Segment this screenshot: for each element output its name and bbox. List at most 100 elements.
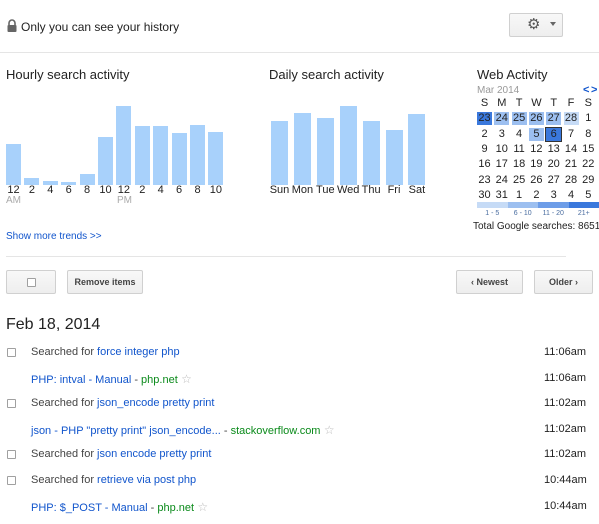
daily-bar <box>362 121 380 185</box>
calendar-day[interactable]: 28 <box>564 174 579 187</box>
page-title-link[interactable]: json - PHP "pretty print" json_encode... <box>31 425 221 437</box>
older-button[interactable]: Older › <box>534 270 593 294</box>
calendar-day[interactable]: 26 <box>529 174 544 187</box>
calendar-today-marker <box>545 126 563 142</box>
history-entry-text: Searched for retrieve via post php <box>31 474 196 486</box>
calendar-day[interactable]: 18 <box>512 158 527 171</box>
page-domain: php.net <box>141 374 178 386</box>
daily-tick-label: Mon <box>291 184 314 196</box>
row-checkbox[interactable] <box>7 399 16 408</box>
star-icon[interactable]: ☆ <box>194 500 208 514</box>
chevron-right-icon: › <box>572 277 578 287</box>
row-checkbox[interactable] <box>7 450 16 459</box>
searched-for-label: Searched for <box>31 346 98 358</box>
remove-items-button[interactable]: Remove items <box>67 270 143 294</box>
hourly-bar <box>153 126 169 185</box>
calendar-day[interactable]: 8 <box>581 128 596 141</box>
calendar-day[interactable]: 26 <box>528 112 544 126</box>
calendar-day[interactable]: 2 <box>529 189 544 202</box>
searched-for-label: Searched for <box>31 448 98 460</box>
select-all-checkbox[interactable] <box>27 278 36 287</box>
select-all-button[interactable] <box>6 270 56 294</box>
calendar-day[interactable]: 27 <box>546 174 561 187</box>
hourly-bar <box>190 125 205 185</box>
daily-bar <box>408 114 426 185</box>
calendar-day[interactable]: 9 <box>477 143 492 156</box>
calendar-day[interactable]: 30 <box>477 189 492 202</box>
calendar-day[interactable]: 22 <box>581 158 596 171</box>
page-domain: stackoverflow.com <box>230 425 321 437</box>
search-query-link[interactable]: retrieve via post php <box>97 474 196 486</box>
calendar-month: Mar 2014 <box>477 85 520 96</box>
calendar-day[interactable]: 3 <box>546 189 561 202</box>
calendar-day[interactable]: 19 <box>529 158 544 171</box>
page-title-link[interactable]: PHP: $_POST - Manual <box>31 502 148 514</box>
calendar-day[interactable]: 2 <box>477 128 492 141</box>
calendar-day[interactable]: 4 <box>512 128 527 141</box>
daily-tick-label: Tue <box>316 184 335 196</box>
calendar-prev-button[interactable]: < <box>583 84 589 96</box>
row-checkbox[interactable] <box>7 348 16 357</box>
calendar-next-button[interactable]: > <box>591 84 597 96</box>
show-more-trends-link[interactable]: Show more trends >> <box>6 231 102 242</box>
calendar-day[interactable]: 7 <box>564 128 579 141</box>
calendar-day[interactable]: 10 <box>494 143 509 156</box>
separator: - <box>147 502 158 514</box>
legend-label: 11 - 20 <box>542 210 564 217</box>
calendar-day[interactable]: 3 <box>494 128 509 141</box>
calendar-day[interactable]: 1 <box>512 189 527 202</box>
web-activity-title: Web Activity <box>477 67 548 82</box>
calendar-day[interactable]: 13 <box>546 143 561 156</box>
search-query-link[interactable]: force integer php <box>97 346 180 358</box>
divider <box>6 256 566 257</box>
page-title-link[interactable]: PHP: intval - Manual <box>31 374 131 386</box>
calendar-day[interactable]: 1 <box>581 112 596 125</box>
calendar-day[interactable]: 21 <box>564 158 579 171</box>
calendar-day[interactable]: 24 <box>494 174 509 187</box>
calendar-day[interactable]: 31 <box>494 189 509 202</box>
history-entry-text: Searched for json_encode pretty print <box>31 397 214 409</box>
history-time: 11:06am <box>544 346 586 358</box>
row-checkbox[interactable] <box>7 476 16 485</box>
calendar-day[interactable]: 14 <box>564 143 579 156</box>
daily-bar <box>293 113 311 185</box>
hourly-tick-label: 10 <box>209 184 223 196</box>
calendar-day[interactable]: 17 <box>494 158 509 171</box>
legend-swatch <box>538 202 569 208</box>
history-entry-text: Searched for force integer php <box>31 346 180 358</box>
history-time: 11:02am <box>544 397 586 409</box>
chevron-down-icon <box>550 22 556 26</box>
star-icon[interactable]: ☆ <box>178 372 192 386</box>
page-domain: php.net <box>157 502 195 514</box>
calendar-day[interactable]: 20 <box>546 158 561 171</box>
calendar-day[interactable]: 25 <box>512 174 527 187</box>
calendar-day[interactable]: 4 <box>564 189 579 202</box>
calendar-day[interactable]: 28 <box>563 112 579 126</box>
settings-button[interactable]: ⚙ <box>509 13 563 37</box>
calendar-day[interactable]: 15 <box>581 143 596 156</box>
calendar-day[interactable]: 23 <box>477 174 492 187</box>
hourly-bar <box>134 126 150 185</box>
search-query-link[interactable]: json_encode pretty print <box>97 397 214 409</box>
daily-title: Daily search activity <box>269 67 384 82</box>
calendar-day[interactable]: 23 <box>477 112 492 126</box>
calendar-day[interactable]: 5 <box>528 127 544 141</box>
star-icon[interactable]: ☆ <box>320 423 335 437</box>
calendar-day[interactable]: 5 <box>581 189 596 202</box>
calendar-day[interactable]: 12 <box>529 143 544 156</box>
calendar-day[interactable]: 16 <box>477 158 492 171</box>
history-time: 10:44am <box>544 500 587 512</box>
history-time: 11:02am <box>544 448 586 460</box>
calendar-day[interactable]: 25 <box>511 112 527 126</box>
search-query-link[interactable]: json encode pretty print <box>97 448 211 460</box>
calendar-weekday: T <box>515 97 523 109</box>
newest-button[interactable]: ‹ Newest <box>456 270 523 294</box>
calendar-day[interactable]: 24 <box>494 112 510 126</box>
hourly-bar <box>171 133 187 185</box>
history-entry-text: json - PHP "pretty print" json_encode...… <box>31 423 335 437</box>
calendar-day[interactable]: 11 <box>512 143 527 156</box>
calendar-day[interactable]: 27 <box>546 112 562 126</box>
daily-bar <box>385 130 403 185</box>
privacy-notice: Only you can see your history <box>21 20 180 34</box>
calendar-day[interactable]: 29 <box>581 174 596 187</box>
